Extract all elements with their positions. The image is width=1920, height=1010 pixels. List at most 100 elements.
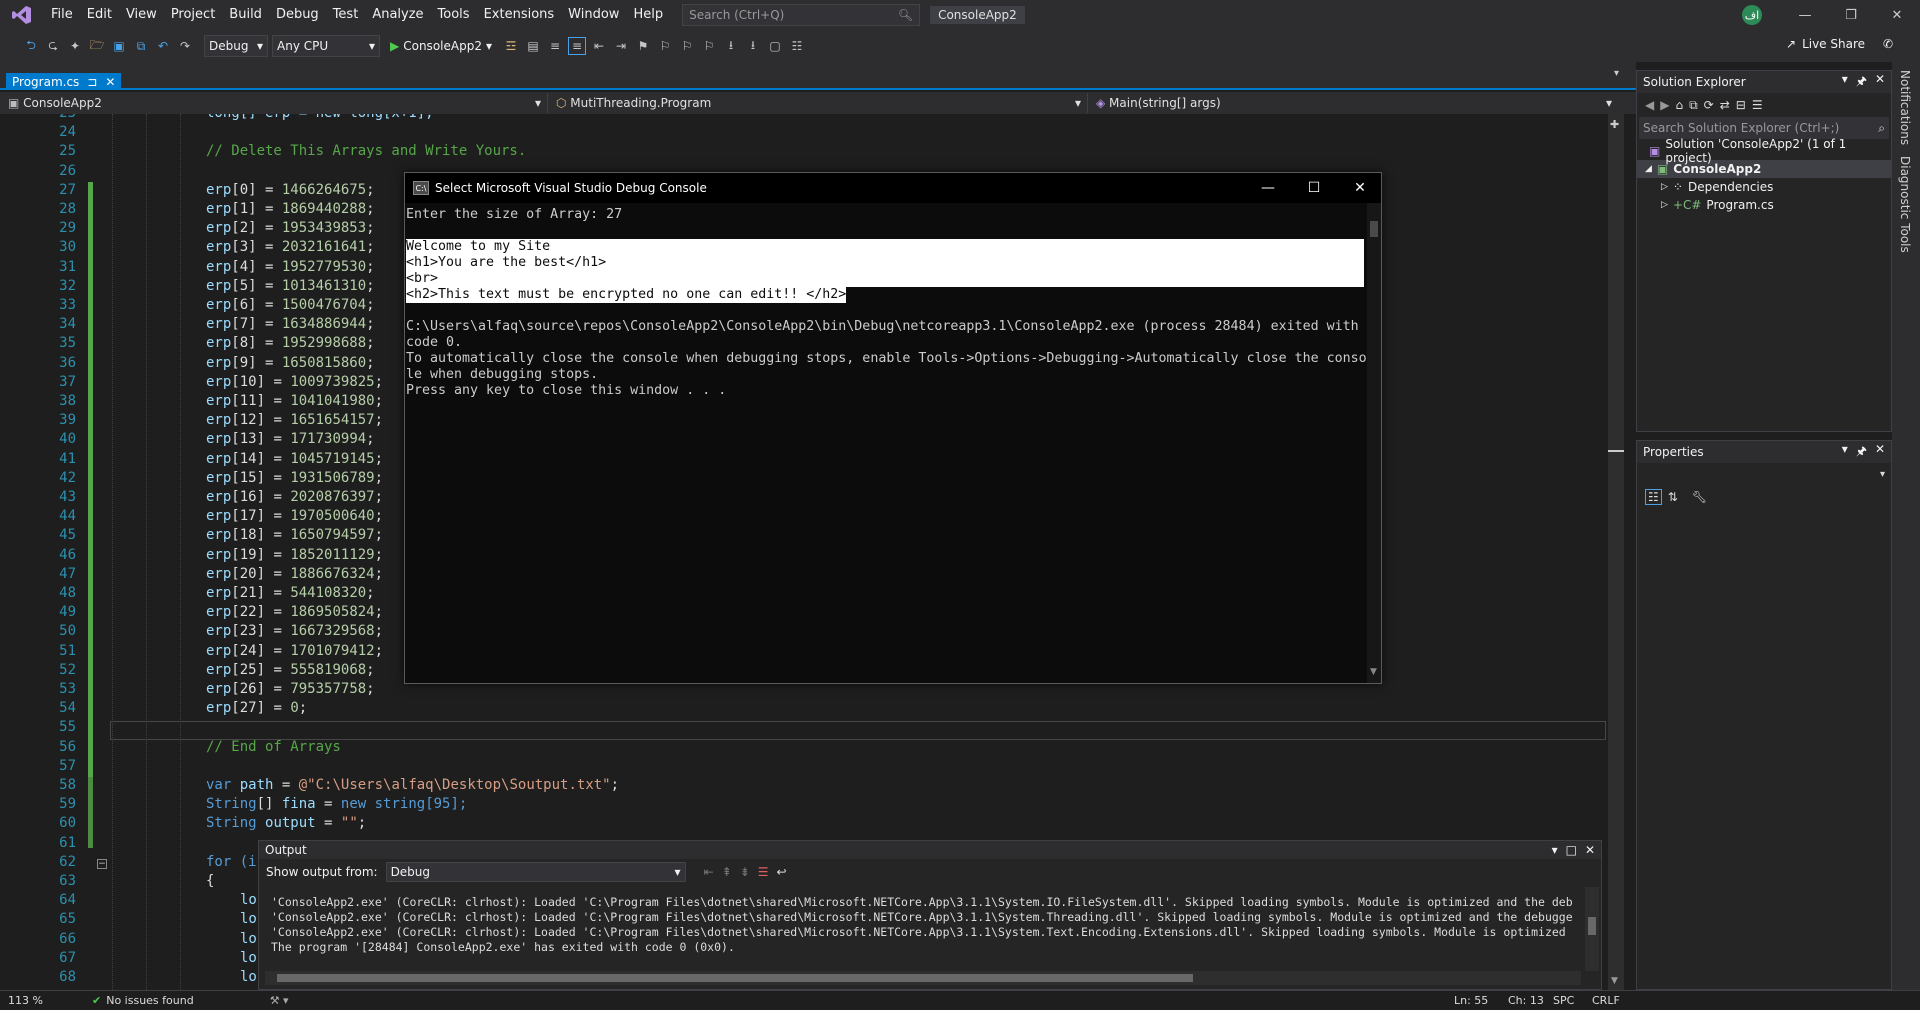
scroll-down-icon[interactable]: ▼	[1611, 976, 1618, 986]
search-icon[interactable]: ⌕	[1878, 121, 1885, 136]
code-line[interactable]: // Delete This Arrays and Write Yours.	[206, 142, 526, 161]
close-icon[interactable]: ✕	[1337, 173, 1383, 203]
code-line[interactable]: long[] erp = new long[x+1];	[206, 114, 434, 123]
screenshot-icon[interactable]: ▤	[524, 37, 542, 55]
show-all-files-icon[interactable]: ☰	[1752, 98, 1763, 112]
code-line[interactable]: // End of Arrays	[206, 738, 341, 757]
alphabetical-icon[interactable]: ⇅	[1668, 490, 1678, 504]
go-to-line-icon[interactable]: ⇤	[704, 865, 714, 879]
code-line[interactable]: erp[2] = 1953439853;	[206, 219, 375, 238]
close-icon[interactable]: ✕	[1585, 843, 1595, 857]
code-line[interactable]: lo	[240, 891, 257, 910]
line-ending-status[interactable]: CRLF	[1592, 994, 1620, 1007]
menu-extensions[interactable]: Extensions	[477, 0, 562, 30]
minimize-icon[interactable]: —	[1245, 173, 1291, 203]
code-line[interactable]: erp[4] = 1952779530;	[206, 258, 375, 277]
code-line[interactable]: lo	[240, 949, 257, 968]
code-line[interactable]: erp[11] = 1041041980;	[206, 392, 383, 411]
code-line[interactable]: erp[15] = 1931506789;	[206, 469, 383, 488]
save-all-icon[interactable]: ⧉	[132, 37, 150, 55]
menu-file[interactable]: File	[44, 0, 80, 30]
switch-views-icon[interactable]: ⧉	[1689, 98, 1698, 113]
collapsed-arrow-icon[interactable]: ▷	[1661, 200, 1668, 210]
code-cleanup-icon[interactable]: ⚒ ▾	[270, 994, 289, 1007]
console-scrollbar[interactable]: ▼	[1367, 203, 1381, 683]
platform-dropdown[interactable]: Any CPU ▾	[272, 35, 380, 57]
whitespace-status[interactable]: SPC	[1553, 994, 1574, 1007]
hot-reload-icon[interactable]: ☲	[502, 37, 520, 55]
code-line[interactable]: erp[22] = 1869505824;	[206, 603, 383, 622]
pin-icon[interactable]: 🖈︎	[1856, 72, 1867, 93]
expand-arrow-icon[interactable]: ◢	[1645, 164, 1652, 174]
undo-icon[interactable]: ↶	[154, 37, 172, 55]
menu-debug[interactable]: Debug	[269, 0, 326, 30]
solution-search-input[interactable]: Search Solution Explorer (Ctrl+;) ⌕	[1639, 117, 1889, 139]
forward-icon[interactable]: ⮎	[44, 37, 62, 55]
pin-icon[interactable]: ⊐	[87, 75, 97, 89]
code-line[interactable]: var path = @"C:\Users\alfaq\Desktop\Sout…	[206, 776, 619, 795]
code-line[interactable]: erp[19] = 1852011129;	[206, 546, 383, 565]
publish-all-icon[interactable]: ⭳	[744, 37, 762, 55]
outdent-icon[interactable]: ⇤	[590, 37, 608, 55]
new-project-icon[interactable]: ✦	[66, 37, 84, 55]
output-vscrollbar[interactable]	[1585, 887, 1599, 971]
code-line[interactable]: erp[23] = 1667329568;	[206, 622, 383, 641]
editor-scrollbar[interactable]: ✚ ▼	[1608, 114, 1624, 990]
maximize-icon[interactable]: ☐	[1291, 173, 1337, 203]
home-icon[interactable]: ⌂	[1675, 98, 1683, 112]
diagnostic-tools-tab[interactable]: Diagnostic Tools	[1898, 156, 1912, 253]
column-status[interactable]: Ch: 13	[1508, 994, 1544, 1007]
code-line[interactable]: erp[17] = 1970500640;	[206, 507, 383, 526]
open-folder-icon[interactable]: 🗁︎	[88, 37, 106, 55]
code-line[interactable]: erp[13] = 171730994;	[206, 430, 375, 449]
tab-program-cs[interactable]: Program.cs ⊐ ✕	[6, 73, 122, 90]
indent-icon[interactable]: ⇥	[612, 37, 630, 55]
tree-item-solution[interactable]: ▣ Solution 'ConsoleApp2' (1 of 1 project…	[1637, 137, 1891, 165]
split-editor-icon[interactable]: ✚	[1610, 118, 1619, 131]
avatar[interactable]: اف	[1742, 5, 1762, 25]
code-line[interactable]: lo	[240, 968, 257, 987]
scroll-thumb[interactable]	[277, 974, 1193, 982]
code-line[interactable]: erp[20] = 1886676324;	[206, 565, 383, 584]
comment-icon[interactable]: ≡	[546, 37, 564, 55]
prev-message-icon[interactable]: ⇞	[722, 865, 732, 879]
pin-icon[interactable]: 🖈︎	[1856, 442, 1867, 463]
visual-studio-logo-icon[interactable]	[0, 0, 44, 30]
code-line[interactable]: lo	[240, 930, 257, 949]
code-line[interactable]: for (i	[206, 853, 257, 872]
start-debugging-button[interactable]: ▶ ConsoleApp2 ▾	[384, 39, 498, 53]
menu-project[interactable]: Project	[164, 0, 222, 30]
code-line[interactable]: lo	[240, 910, 257, 929]
property-pages-icon[interactable]: 🔧︎	[1692, 490, 1707, 504]
tree-item-dependencies[interactable]: ▷ ⁘ Dependencies	[1637, 178, 1891, 196]
next-bookmark-icon[interactable]: ⚐	[678, 37, 696, 55]
save-icon[interactable]: ▣	[110, 37, 128, 55]
code-line[interactable]: erp[6] = 1500476704;	[206, 296, 375, 315]
grid-icon[interactable]: ☷	[788, 37, 806, 55]
code-line[interactable]: erp[7] = 1634886944;	[206, 315, 375, 334]
code-line[interactable]: erp[16] = 2020876397;	[206, 488, 383, 507]
code-line[interactable]: erp[24] = 1701079412;	[206, 642, 383, 661]
code-line[interactable]: erp[21] = 544108320;	[206, 584, 375, 603]
code-line[interactable]: erp[3] = 2032161641;	[206, 238, 375, 257]
scroll-down-icon[interactable]: ▼	[1370, 667, 1377, 677]
back-icon[interactable]: ◀	[1645, 98, 1654, 112]
word-wrap-icon[interactable]: ↩	[777, 865, 787, 879]
publish-icon[interactable]: ⭳	[722, 37, 740, 55]
issues-status[interactable]: ✔ No issues found	[92, 994, 194, 1007]
collapsed-arrow-icon[interactable]: ▷	[1661, 182, 1668, 192]
output-source-dropdown[interactable]: Debug ▾	[385, 862, 686, 882]
redo-icon[interactable]: ↷	[176, 37, 194, 55]
collapse-all-icon[interactable]: ⊟	[1736, 98, 1746, 112]
tab-overflow-icon[interactable]: ▾	[1614, 68, 1619, 79]
chevron-down-icon[interactable]: ▾	[1880, 469, 1885, 480]
code-line[interactable]: String[] fina = new string[95];	[206, 795, 467, 814]
code-line[interactable]: erp[1] = 1869440288;	[206, 200, 375, 219]
output-hscrollbar[interactable]	[265, 971, 1581, 985]
menu-analyze[interactable]: Analyze	[365, 0, 430, 30]
close-icon[interactable]: ✕	[1875, 442, 1885, 463]
project-dropdown[interactable]: ▣ ConsoleApp2 ▾	[0, 93, 548, 113]
zoom-level[interactable]: 113 %	[8, 994, 68, 1007]
configuration-dropdown[interactable]: Debug ▾	[204, 35, 268, 57]
next-message-icon[interactable]: ⇟	[740, 865, 750, 879]
